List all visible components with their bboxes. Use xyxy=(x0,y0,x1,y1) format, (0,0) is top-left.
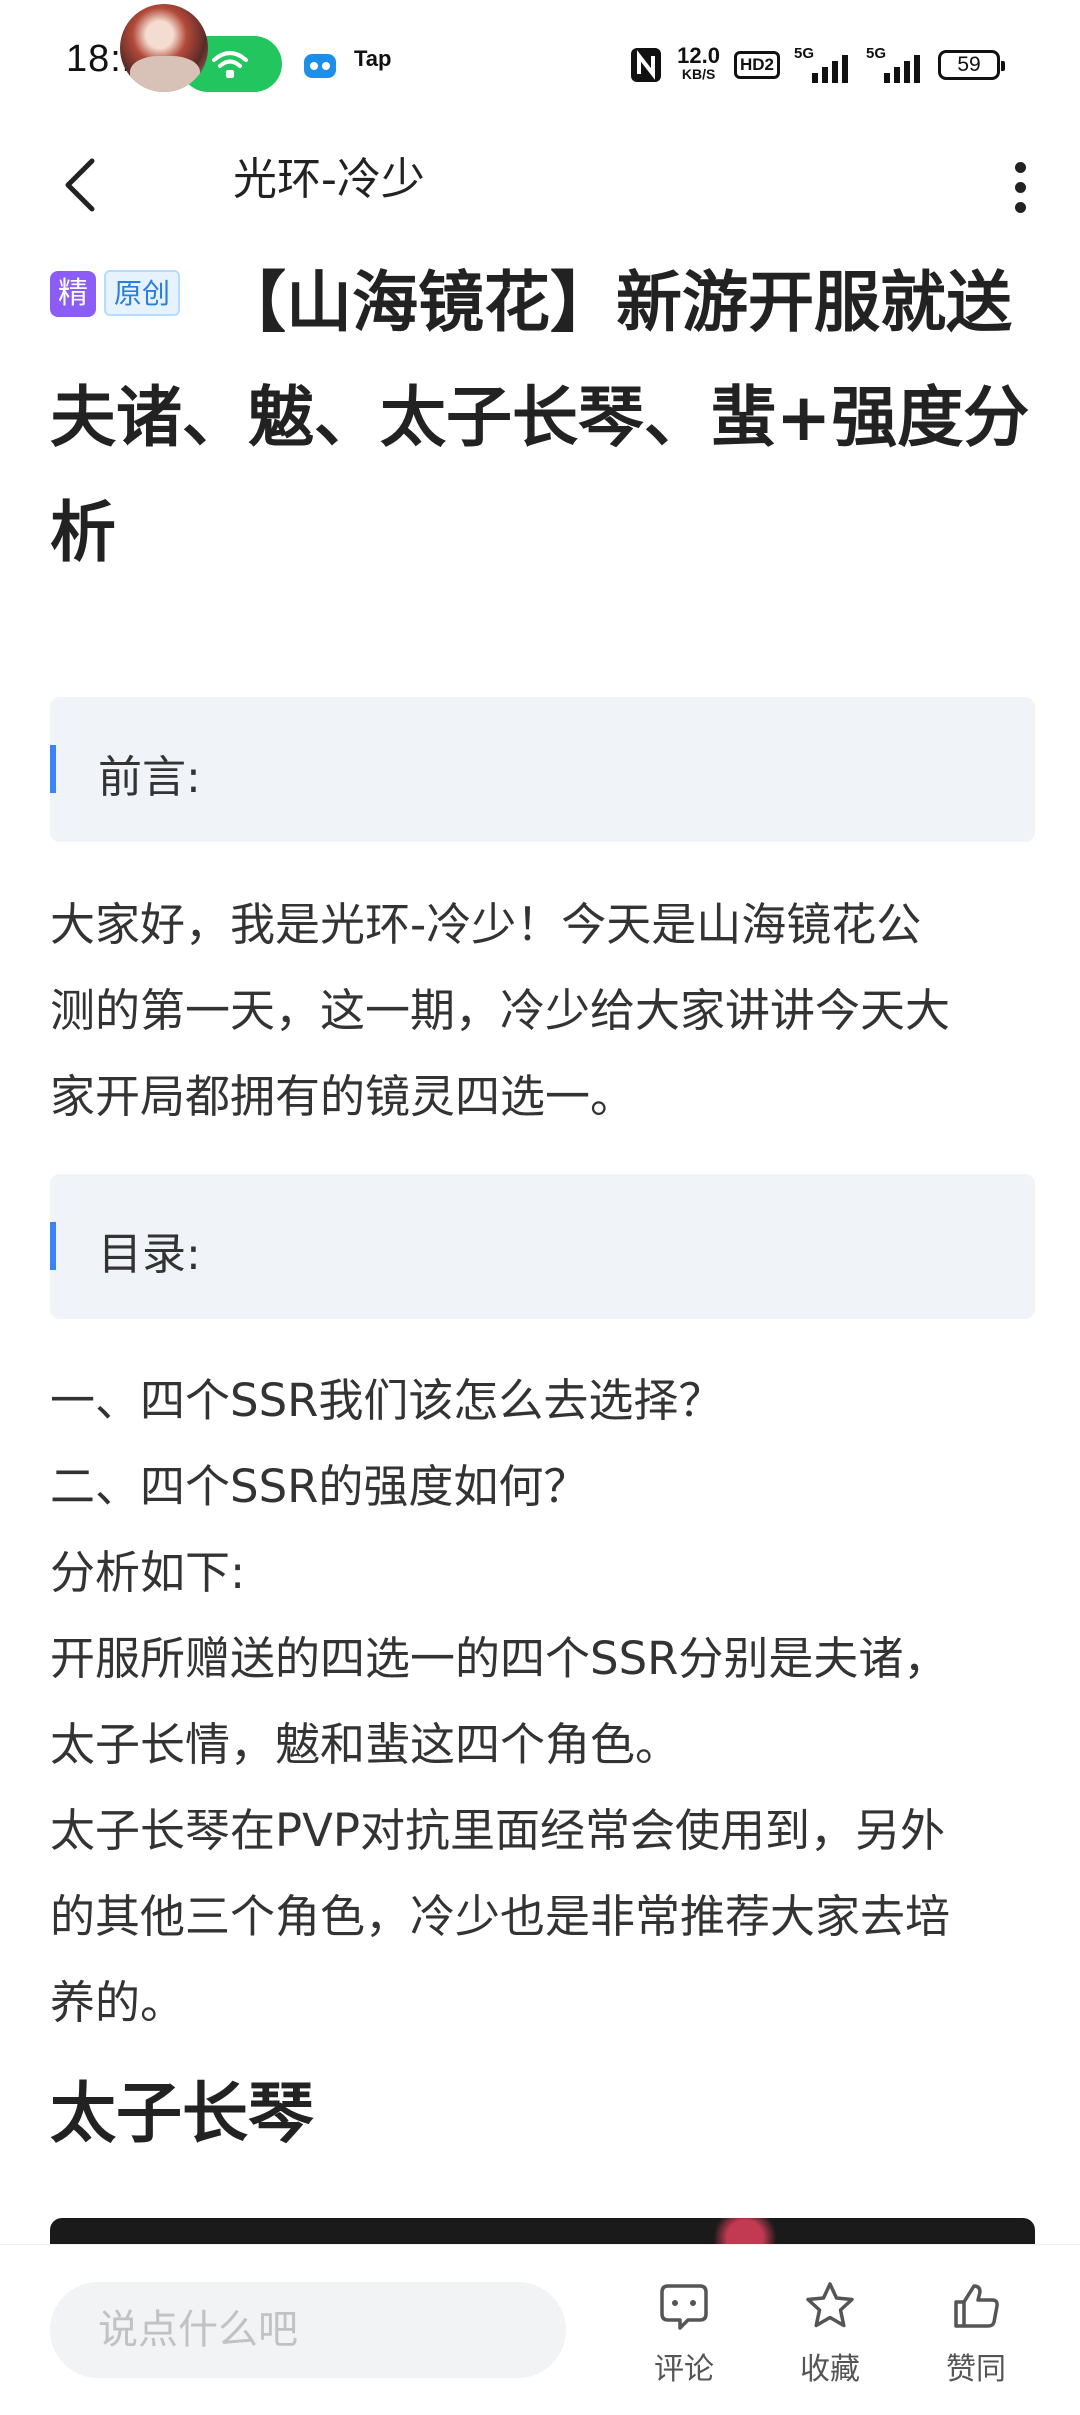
battery-indicator: 59 xyxy=(938,50,1005,80)
thumbs-up-icon xyxy=(954,2284,999,2328)
hd-voice-badge: HD2 xyxy=(733,51,780,79)
taptap-icon: Tap xyxy=(354,46,392,71)
more-options-button[interactable] xyxy=(990,147,1050,227)
more-dot-icon xyxy=(1014,181,1026,193)
preface-section-header: 前言: xyxy=(50,697,1035,842)
network-speed: 12.0 KB/S xyxy=(677,43,720,83)
author-avatar[interactable] xyxy=(120,4,208,92)
wifi-hotspot-icon xyxy=(212,51,248,78)
toc-label: 目录: xyxy=(98,1229,201,1280)
signal-strength-icon-2: 5G xyxy=(866,45,924,85)
intro-line: 测的第一天，这一期，冷少给大家讲讲今天大 xyxy=(50,984,951,1037)
body-line: 二、四个SSR的强度如何？ xyxy=(50,1460,589,1513)
comment-button[interactable]: 评论 xyxy=(634,2280,734,2390)
comment-input[interactable] xyxy=(50,2282,566,2378)
article-title-block: 精原创 【山海镜花】新游开服就送夫诸、魃、太子长琴、蜚+强度分析 xyxy=(50,245,1040,590)
intro-paragraph: 大家好，我是光环-冷少！今天是山海镜花公 测的第一天，这一期，冷少给大家讲讲今天… xyxy=(50,882,1040,1140)
intro-line: 家开局都拥有的镜灵四选一。 xyxy=(50,1070,636,1123)
bottom-action-bar: 评论 收藏 赞同 xyxy=(0,2244,1080,2415)
comment-icon xyxy=(660,2284,708,2330)
favorite-button[interactable]: 收藏 xyxy=(780,2280,880,2390)
section-accent-bar xyxy=(50,1222,56,1270)
section-accent-bar xyxy=(50,745,56,793)
more-dot-icon xyxy=(1014,161,1026,173)
app-notification-icon xyxy=(304,54,336,78)
body-line: 太子长情，魃和蜚这四个角色。 xyxy=(50,1718,681,1771)
nfc-icon xyxy=(631,48,662,82)
comment-label: 评论 xyxy=(654,2352,714,2387)
body-line: 太子长琴在PVP对抗里面经常会使用到，另外 xyxy=(50,1804,946,1857)
chevron-left-icon xyxy=(65,158,95,212)
body-line: 分析如下: xyxy=(50,1546,246,1599)
favorite-label: 收藏 xyxy=(800,2352,860,2387)
like-button[interactable]: 赞同 xyxy=(926,2280,1026,2390)
back-button[interactable] xyxy=(50,155,110,215)
like-label: 赞同 xyxy=(946,2352,1006,2387)
preface-label: 前言: xyxy=(98,752,201,803)
article-title-text: 【山海镜花】新游开服就送夫诸、魃、太子长琴、蜚+强度分析 xyxy=(50,264,1030,571)
section-heading: 太子长琴 xyxy=(50,2075,314,2152)
body-line: 的其他三个角色，冷少也是非常推荐大家去培 xyxy=(50,1890,951,1943)
post-header: 光环-冷少 xyxy=(0,4,1080,250)
star-icon xyxy=(806,2282,854,2328)
toc-section-header: 目录: xyxy=(50,1174,1035,1319)
intro-line: 大家好，我是光环-冷少！今天是山海镜花公 xyxy=(50,898,922,951)
body-line: 养的。 xyxy=(50,1976,186,2029)
article-title: 精原创 【山海镜花】新游开服就送夫诸、魃、太子长琴、蜚+强度分析 xyxy=(50,245,1040,590)
author-name[interactable]: 光环-冷少 xyxy=(233,143,425,207)
original-badge: 原创 xyxy=(104,270,181,316)
body-line: 一、四个SSR我们该怎么去选择？ xyxy=(50,1374,724,1427)
body-line: 开服所赠送的四选一的四个SSR分别是夫诸， xyxy=(50,1632,949,1685)
featured-badge: 精 xyxy=(50,271,96,317)
signal-strength-icon: 5G xyxy=(794,45,852,85)
more-dot-icon xyxy=(1014,201,1026,213)
body-paragraph: 一、四个SSR我们该怎么去选择？ 二、四个SSR的强度如何？ 分析如下: 开服所… xyxy=(50,1358,1040,2046)
